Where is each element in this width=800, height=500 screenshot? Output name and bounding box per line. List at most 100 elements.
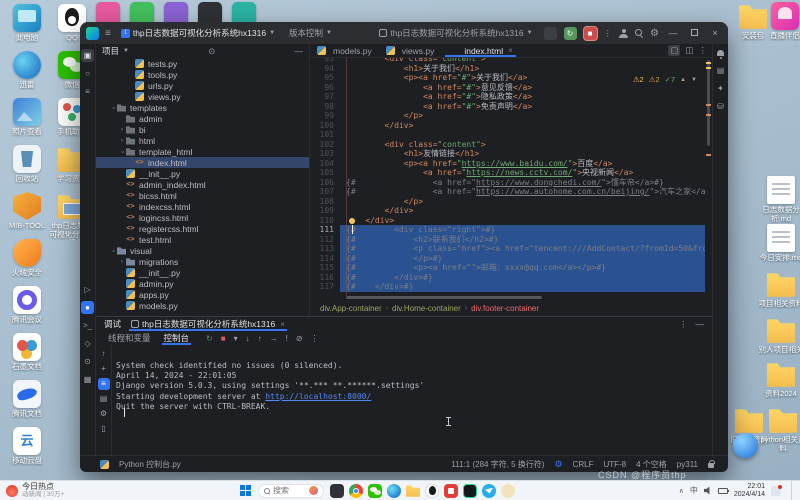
stop-button[interactable]: ■ bbox=[584, 27, 597, 40]
interpreter-settings-icon[interactable]: ⚙ bbox=[554, 459, 562, 470]
caret-position[interactable]: 111:1 (284 字符, 5 换行符) bbox=[451, 459, 544, 470]
breadcrumb-item[interactable]: div.footer-container bbox=[471, 304, 539, 313]
tree-item-indexcss.html[interactable]: <>indexcss.html bbox=[96, 201, 309, 212]
tab-console[interactable]: 控制台 bbox=[162, 331, 192, 345]
scroll-up-icon[interactable]: ↑ bbox=[98, 348, 110, 360]
console-settings-icon[interactable]: ⚙ bbox=[98, 408, 110, 420]
chevron-icon[interactable]: › bbox=[119, 148, 125, 156]
desktop-icon-直播伴侣[interactable]: 直播伴侣 bbox=[762, 2, 800, 41]
chevron-icon[interactable]: › bbox=[118, 138, 126, 144]
structure-tool-icon[interactable]: ≡ bbox=[81, 85, 94, 98]
show-desktop-button[interactable] bbox=[791, 481, 794, 500]
tree-item-template_html[interactable]: ›template_html bbox=[96, 146, 309, 157]
clear-console-icon[interactable]: ▯ bbox=[98, 423, 110, 435]
desktop-icon-石墨文档[interactable]: 石墨文档 bbox=[4, 333, 50, 372]
tree-item-bi[interactable]: ›bi bbox=[96, 124, 309, 135]
tree-item-tools.py[interactable]: tools.py bbox=[96, 69, 309, 80]
terminal-tool-icon[interactable]: >_ bbox=[81, 319, 94, 332]
desktop-icon-此电脑[interactable]: 此电脑 bbox=[4, 4, 50, 43]
evaluate-icon[interactable]: ! bbox=[286, 334, 288, 343]
debug-panel-more-icon[interactable]: ⋮ bbox=[679, 319, 688, 330]
project-tree[interactable]: tests.pytools.pyurls.pyviews.py›template… bbox=[96, 58, 309, 316]
code-line-113[interactable]: 113{# <p class="href"><a href="tencent:/… bbox=[310, 244, 705, 254]
debug-console[interactable]: System check identified no issues (0 sil… bbox=[116, 345, 708, 455]
breadcrumb-item[interactable]: div.App-container bbox=[320, 304, 382, 313]
todo-tool-icon[interactable]: ▦ bbox=[81, 373, 94, 386]
start-button[interactable] bbox=[240, 485, 252, 497]
tree-item-tests.py[interactable]: tests.py bbox=[96, 58, 309, 69]
code-line-104[interactable]: 104 <p><a href="https://www.baidu.com/">… bbox=[310, 159, 705, 169]
mute-breakpoints-icon[interactable]: ⊘ bbox=[296, 334, 303, 343]
tab-index-html[interactable]: index.html × bbox=[441, 44, 519, 57]
tree-item-views.py[interactable]: views.py bbox=[96, 91, 309, 102]
taskbar-app-pycharm[interactable] bbox=[463, 484, 477, 498]
code-line-109[interactable]: 109 </div> bbox=[310, 206, 705, 216]
code-line-105[interactable]: 105 <a href="https://news.cctv.com/">央视新… bbox=[310, 168, 705, 178]
desktop-icon-移动云盘[interactable]: 云移动云盘 bbox=[4, 427, 50, 466]
intention-bulb-icon[interactable] bbox=[349, 218, 355, 224]
desktop-icon-MIB-TOOL[interactable]: MIB-TOOL bbox=[4, 192, 50, 231]
desktop-icon-项目相关资料[interactable]: 项目相关资料 bbox=[758, 270, 800, 309]
code-line-102[interactable]: 102 <div class="content"> bbox=[310, 140, 705, 150]
taskbar-app-netease-mail[interactable] bbox=[444, 484, 458, 498]
close-button[interactable]: × bbox=[708, 28, 722, 38]
settings-gear-icon[interactable]: ⚙ bbox=[650, 28, 659, 39]
tree-item-__init__.py[interactable]: __init__.py bbox=[96, 267, 309, 278]
tree-item-__init__.py[interactable]: __init__.py bbox=[96, 168, 309, 179]
volume-icon[interactable] bbox=[704, 487, 712, 495]
code-line-108[interactable]: 108 </p> bbox=[310, 197, 705, 207]
desktop-icon-日志数据分析.md[interactable]: 日志数据分析.md bbox=[758, 176, 800, 223]
code-line-112[interactable]: 112{# <h2>联系我们</h2>#} bbox=[310, 235, 705, 245]
readonly-lock-icon[interactable] bbox=[708, 463, 714, 468]
desktop-icon-今日安排.md[interactable]: 今日安排.md bbox=[758, 224, 800, 263]
vcs-widget[interactable]: 版本控制 ▼ bbox=[285, 26, 336, 40]
debug-tool-icon[interactable]: ● bbox=[81, 301, 94, 314]
debug-more-icon[interactable]: ⋮ bbox=[311, 334, 319, 343]
code-line-106[interactable]: 106{# <a href="https://www.dongchedi.com… bbox=[310, 178, 705, 188]
project-tool-icon[interactable]: ▣ bbox=[81, 49, 94, 62]
tree-item-html[interactable]: ›html bbox=[96, 135, 309, 146]
tree-item-test.html[interactable]: <>test.html bbox=[96, 234, 309, 245]
scroll-to-end-icon[interactable]: ▤ bbox=[98, 393, 110, 405]
taskbar-app-telegram[interactable] bbox=[482, 484, 496, 498]
close-tab-icon[interactable]: × bbox=[508, 46, 513, 55]
code-line-100[interactable]: 100 </div> bbox=[310, 121, 705, 131]
tree-item-models.py[interactable]: models.py bbox=[96, 300, 309, 311]
services-tool-icon[interactable]: ◇ bbox=[81, 337, 94, 350]
code-line-98[interactable]: 98 <a href="#">免责声明</a> bbox=[310, 102, 705, 112]
run-config-selector[interactable]: thp日志数据可视化分析系统hx1316 ▼ bbox=[375, 26, 536, 40]
code-line-103[interactable]: 103 <h1>友情链接</h1> bbox=[310, 149, 705, 159]
ai-assistant-icon[interactable]: ✦ bbox=[714, 82, 727, 95]
problems-tool-icon[interactable]: ⊙ bbox=[81, 355, 94, 368]
taskbar-app-laptop-app[interactable] bbox=[330, 484, 344, 498]
taskbar-app-wechat[interactable] bbox=[368, 484, 382, 498]
breadcrumb-item[interactable]: div.Home-container bbox=[392, 304, 461, 313]
collapse-all-icon[interactable]: — bbox=[295, 46, 304, 56]
tree-item-urls.py[interactable]: urls.py bbox=[96, 80, 309, 91]
taskbar-search[interactable]: 搜索 bbox=[258, 484, 324, 498]
input-method-indicator[interactable]: 中 bbox=[690, 485, 698, 496]
desktop-icon-腾讯会议[interactable]: 腾讯会议 bbox=[4, 286, 50, 325]
layout-icon[interactable]: ▢ bbox=[668, 45, 680, 56]
code-line-116[interactable]: 116{# </div>#} bbox=[310, 273, 705, 283]
line-separator[interactable]: CRLF bbox=[573, 460, 594, 469]
tree-item-migrations[interactable]: ›migrations bbox=[96, 256, 309, 267]
tree-item-templates[interactable]: ›templates bbox=[96, 102, 309, 113]
split-editor-icon[interactable]: ◫ bbox=[685, 45, 693, 56]
chevron-icon[interactable]: › bbox=[118, 127, 126, 133]
soft-wrap-icon[interactable]: ≡ bbox=[98, 378, 110, 390]
step-over-icon[interactable]: ▾ bbox=[234, 334, 238, 343]
database-tool-icon[interactable]: ⛁ bbox=[714, 100, 727, 113]
taskbar-app-file-explorer[interactable] bbox=[406, 484, 420, 498]
desktop-icon-照片查看[interactable]: 照片查看 bbox=[4, 98, 50, 137]
rerun-icon[interactable]: ↻ bbox=[206, 334, 213, 343]
hide-panel-icon[interactable]: — bbox=[696, 319, 705, 330]
tray-clock[interactable]: 22:01 2024/4/14 bbox=[734, 483, 765, 499]
prev-problem-icon[interactable]: ▲ bbox=[680, 77, 686, 83]
maximize-button[interactable] bbox=[687, 28, 701, 38]
taskbar-app-widget-app[interactable] bbox=[501, 484, 515, 498]
step-into-icon[interactable]: ↓ bbox=[246, 334, 250, 343]
status-left-label[interactable]: Python 控制台.py bbox=[119, 459, 181, 470]
assistant-float-ball[interactable] bbox=[733, 433, 758, 458]
code-line-101[interactable]: 101 bbox=[310, 130, 705, 140]
